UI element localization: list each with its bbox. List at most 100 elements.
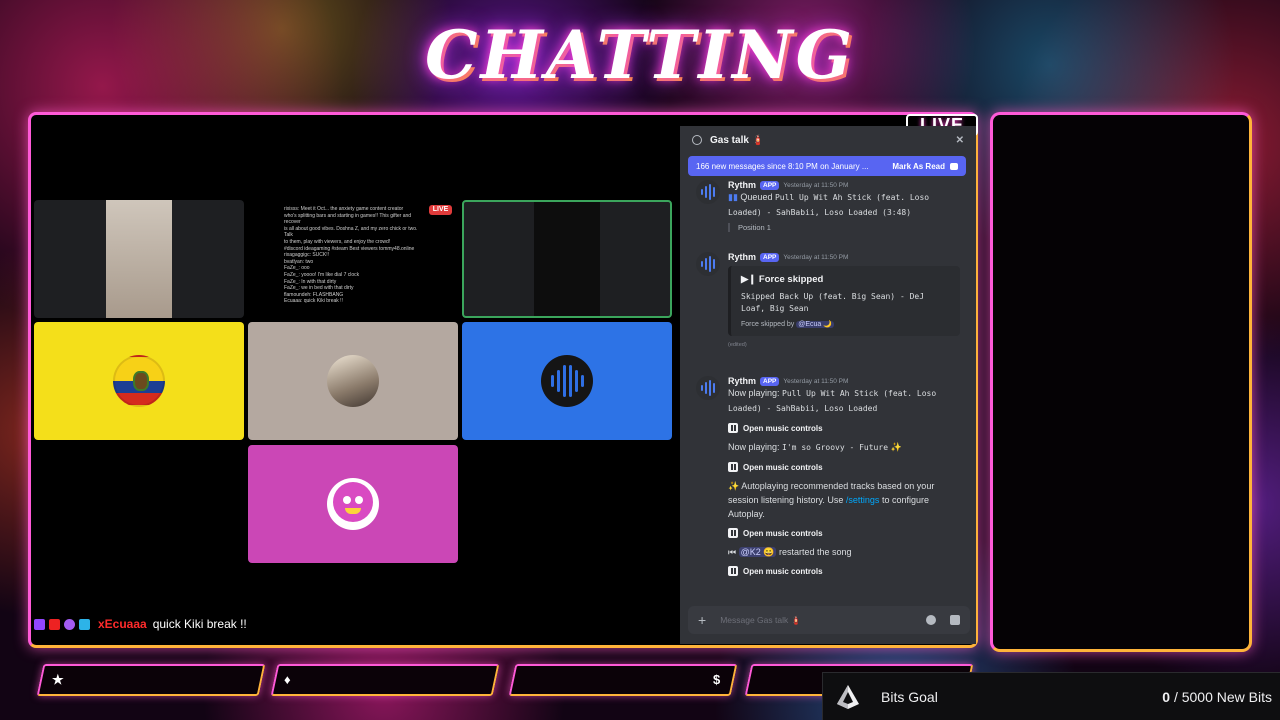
- mini-chat-line: FaZe_: ooo: [284, 265, 310, 272]
- username[interactable]: Rythm: [728, 376, 756, 386]
- mini-chat-line: who's splitting bars and starting in gam…: [284, 212, 412, 226]
- message-placeholder: Message Gas talk 🧯: [720, 614, 802, 625]
- star-icon: ★: [52, 672, 64, 687]
- chat-message: Rythm APP Yesterday at 11:50 PM ▶❙ Force…: [696, 252, 966, 348]
- user-mention[interactable]: @Ecua 🌙: [796, 321, 834, 328]
- soundwave-avatar: [541, 355, 593, 407]
- timestamp: Yesterday at 11:50 PM: [783, 253, 849, 261]
- channel-header: Gas talk 🧯 ✕: [680, 126, 976, 154]
- username[interactable]: Rythm: [728, 252, 756, 262]
- app-badge: APP: [760, 252, 780, 262]
- mini-chat-line: #discord ideagaming #steam Best viewers …: [284, 245, 415, 252]
- edited-note: (edited): [728, 342, 747, 348]
- mini-chat-line: rixisss: Meet it Oct... the anxiety game…: [284, 206, 404, 212]
- mini-chat-line: Ecuaaa: quick Kiki break !!: [284, 298, 343, 305]
- pause-icon: [728, 462, 738, 472]
- user-mention[interactable]: @K2 😀: [738, 547, 777, 557]
- webcam-feed: [106, 200, 172, 318]
- bottom-panel-2: [270, 664, 500, 696]
- bits-icon: [837, 684, 859, 709]
- skip-icon: ▶❙: [741, 274, 759, 285]
- video-tile-camera-1[interactable]: [34, 200, 244, 318]
- previous-track-icon: ⏮: [728, 547, 737, 557]
- webcam-feed-dark: [534, 202, 600, 316]
- mini-chat-line: is all about good vibes. Doshna Z, and m…: [284, 225, 418, 239]
- force-skip-embed: ▶❙ Force skipped Skipped Back Up (feat. …: [728, 266, 960, 336]
- video-tile-avatar-bot[interactable]: [462, 322, 672, 440]
- open-music-controls-button[interactable]: Open music controls: [728, 563, 966, 579]
- discord-chat-panel: Gas talk 🧯 ✕ 166 new messages since 8:10…: [680, 126, 976, 644]
- video-icon: [49, 618, 60, 630]
- restart-line: ⏮ @K2 😀 restarted the song: [728, 547, 852, 557]
- soundwave-icon: ▮▮: [728, 192, 738, 202]
- close-icon[interactable]: ✕: [956, 135, 964, 146]
- apps-icon[interactable]: [950, 615, 960, 625]
- pause-icon: [728, 528, 738, 538]
- embed-footer: Force skipped by @Ecua 🌙: [741, 321, 834, 328]
- ecuador-flag-avatar: [113, 355, 165, 407]
- mini-chat-line: to them, play with viewers, and enjoy th…: [284, 238, 391, 245]
- now-playing-line: Now playing: I'm so Groovy - Future ✨: [728, 442, 902, 452]
- rythm-avatar[interactable]: [696, 376, 720, 400]
- heart-icon: [64, 618, 75, 630]
- timestamp: Yesterday at 11:50 PM: [783, 181, 849, 189]
- open-music-controls-button[interactable]: Open music controls: [728, 459, 966, 475]
- new-messages-banner[interactable]: 166 new messages since 8:10 PM on Januar…: [688, 156, 966, 176]
- channel-name: Gas talk 🧯: [710, 134, 765, 146]
- mark-as-read-button[interactable]: Mark As Read: [892, 162, 958, 171]
- chat-username: xEcuaaa: [98, 617, 147, 631]
- mark-read-icon: [950, 162, 958, 170]
- bottom-panel-3: [508, 664, 738, 696]
- mini-chat-line: bvatlyan: two: [284, 258, 314, 265]
- tv-icon: [79, 618, 90, 630]
- thread-icon: [692, 135, 702, 145]
- overlay-title: CHATTING: [425, 16, 855, 94]
- message-input[interactable]: + Message Gas talk 🧯: [688, 606, 970, 634]
- embed-title: ▶❙ Force skipped: [741, 274, 824, 285]
- mini-live-badge: LIVE: [429, 205, 452, 215]
- timestamp: Yesterday at 11:50 PM: [783, 377, 849, 385]
- stream-chat-message: xEcuaaa quick Kiki break !!: [34, 616, 247, 632]
- rythm-avatar[interactable]: [696, 252, 720, 276]
- video-tile-avatar-flag[interactable]: [34, 322, 244, 440]
- mini-chat-line: FaZe_: yoooo! I'm like dial 7 clock: [284, 271, 360, 278]
- mini-chat-line: FaZe_: In with that dirty: [284, 278, 337, 285]
- embed-text: Skipped Back Up (feat. Big Sean) - DeJ L…: [741, 292, 925, 313]
- mini-chat-line: FaZe_: we in bed with that dirty: [284, 285, 354, 292]
- emoji-icon[interactable]: [926, 615, 936, 625]
- photo-avatar: [327, 355, 379, 407]
- dollar-icon: $: [713, 672, 721, 687]
- chat-message: Rythm APP Yesterday at 11:50 PM ▮▮ Queue…: [696, 180, 966, 232]
- chat-text: quick Kiki break !!: [152, 617, 247, 631]
- twitch-icon: [34, 618, 45, 630]
- bottom-panel-1: [36, 664, 266, 696]
- rythm-avatar[interactable]: [696, 180, 720, 204]
- camera-frame: [990, 112, 1252, 652]
- video-tile-camera-2[interactable]: [462, 200, 672, 318]
- track-name: I'm so Groovy - Future: [782, 443, 889, 452]
- app-badge: APP: [760, 376, 780, 386]
- pause-icon: [728, 423, 738, 433]
- mini-chat-line: flamoundeh: FLASHBANG: [284, 291, 344, 298]
- mini-chat-line: rixagaggigc: SUCK!!: [284, 252, 330, 259]
- diamond-icon: ♦: [284, 672, 291, 687]
- chat-message: Rythm APP Yesterday at 11:50 PM Now play…: [696, 376, 966, 583]
- video-tile-avatar-photo[interactable]: [248, 322, 458, 440]
- bits-goal-progress: 0 / 5000 New Bits: [1162, 688, 1272, 705]
- username[interactable]: Rythm: [728, 180, 756, 190]
- now-playing-line: Now playing: Pull Up Wit Ah Stick (feat.…: [728, 388, 937, 413]
- queue-position: Position 1: [728, 223, 966, 232]
- pause-icon: [728, 566, 738, 576]
- autoplay-line: ✨ Autoplaying recommended tracks based o…: [728, 481, 935, 519]
- video-tile-avatar-mascot[interactable]: [248, 445, 458, 563]
- add-attachment-icon[interactable]: +: [698, 612, 706, 628]
- screenshare-chat-preview: rixisss: Meet it Oct... the anxiety game…: [280, 200, 428, 318]
- open-music-controls-button[interactable]: Open music controls: [728, 420, 966, 436]
- new-messages-text: 166 new messages since 8:10 PM on Januar…: [696, 161, 869, 171]
- mascot-avatar: [327, 478, 379, 530]
- bits-goal-label: Bits Goal: [881, 688, 938, 705]
- open-music-controls-button[interactable]: Open music controls: [728, 525, 966, 541]
- app-badge: APP: [760, 180, 780, 190]
- sparkle-emoji: ✨: [890, 442, 902, 452]
- settings-command-link[interactable]: /settings: [846, 495, 880, 505]
